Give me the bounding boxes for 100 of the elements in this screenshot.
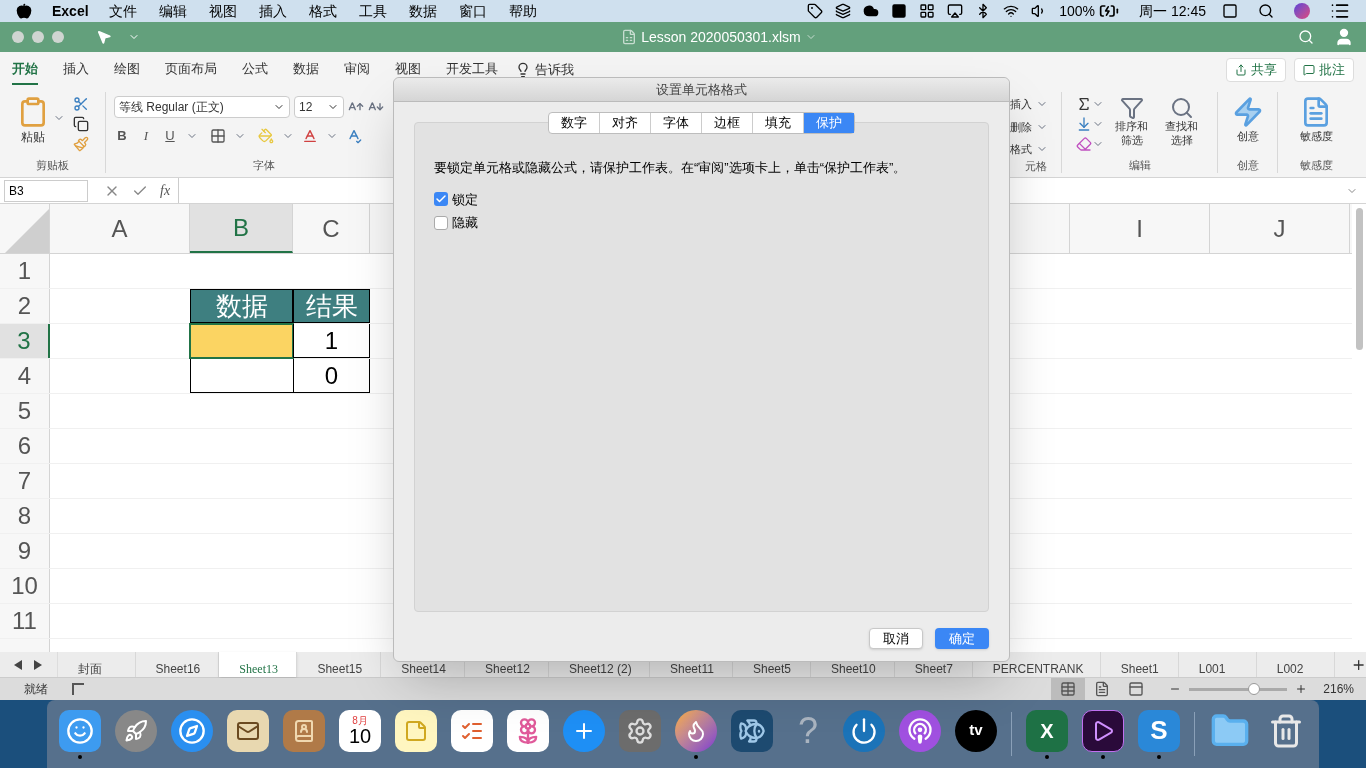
list-icon[interactable] [451, 709, 493, 752]
layers-icon[interactable] [835, 3, 852, 19]
column-header[interactable]: B [190, 204, 293, 253]
play-icon[interactable] [1082, 709, 1124, 752]
tv-icon[interactable]: tv [955, 709, 997, 752]
menu-item[interactable]: 工具 [358, 0, 387, 22]
row-header[interactable]: 9 [0, 534, 50, 568]
search-icon[interactable] [1258, 3, 1274, 19]
calendar-icon[interactable]: 8月 10 [339, 709, 381, 752]
data-cell[interactable] [190, 324, 293, 358]
spreadsheet-icon[interactable]: X [1026, 709, 1068, 752]
copy-icon[interactable] [72, 116, 89, 132]
square-icon[interactable] [891, 3, 908, 19]
row-header[interactable]: 3 [0, 324, 50, 358]
column-header[interactable]: J [1210, 204, 1350, 253]
apple-icon[interactable] [16, 3, 32, 19]
macro-icon[interactable] [72, 683, 84, 695]
ribbon-tab[interactable]: 数据 [293, 55, 319, 85]
data-cell[interactable] [190, 359, 293, 393]
dialog-button[interactable]: 取消 [869, 628, 923, 649]
font-color-icon[interactable] [302, 127, 318, 144]
dialog-tab[interactable]: 数字 [549, 113, 600, 133]
square-icon[interactable] [1222, 3, 1238, 19]
function-button[interactable]: fx [160, 180, 171, 201]
sheet-tab[interactable]: Sheet15 [297, 652, 382, 677]
menu-item[interactable]: 数据 [408, 0, 437, 22]
rocket-icon[interactable] [115, 709, 157, 752]
comments-button[interactable]: 批注 [1294, 58, 1354, 82]
previous-sheet-icon[interactable] [14, 659, 23, 670]
wifi-icon[interactable] [1003, 3, 1020, 19]
spelling-icon[interactable] [346, 127, 362, 144]
sheet-tab[interactable]: Sheet13 [219, 652, 298, 677]
face-icon[interactable] [59, 709, 101, 752]
row-header[interactable]: 1 [0, 254, 50, 288]
pointer-icon[interactable] [96, 29, 112, 45]
gear-icon[interactable] [619, 709, 661, 752]
zoom-level[interactable]: 216% [1323, 680, 1354, 698]
sheet-tab[interactable]: Sheet1 [1100, 652, 1179, 677]
row-header[interactable]: 5 [0, 394, 50, 428]
sheet-tab[interactable]: L002 [1256, 652, 1335, 677]
row-header[interactable]: 4 [0, 359, 50, 393]
italic-button[interactable]: I [138, 126, 154, 146]
ideas-button[interactable]: 创意 [1231, 92, 1264, 157]
menu-item[interactable]: 视图 [208, 0, 237, 22]
sheet-tab[interactable]: L001 [1178, 652, 1257, 677]
insert-cells-button[interactable]: 插入 [1010, 96, 1032, 113]
delete-cells-button[interactable]: 删除 [1010, 118, 1032, 135]
ribbon-tab[interactable]: 公式 [242, 55, 268, 85]
zoom-in-icon[interactable] [1295, 683, 1308, 695]
siri-icon[interactable] [1294, 3, 1310, 19]
podcast-icon[interactable] [899, 709, 941, 752]
contacts-icon[interactable] [283, 709, 325, 752]
underline-button[interactable]: U [162, 126, 178, 146]
sort-filter-button[interactable]: 排序和筛选 [1111, 96, 1152, 157]
sheet-tab[interactable]: 封面 [57, 652, 136, 677]
menu-item[interactable]: 文件 [108, 0, 137, 22]
ribbon-tab[interactable]: 审阅 [344, 55, 370, 85]
app-menu[interactable]: Excel [52, 0, 89, 22]
column-header[interactable]: I [1070, 204, 1210, 253]
ribbon-tab[interactable]: 页面布局 [165, 55, 217, 85]
dialog-tab[interactable]: 对齐 [600, 113, 651, 133]
menu-item[interactable]: 格式 [308, 0, 337, 22]
row-header[interactable]: 11 [0, 604, 50, 638]
view-button[interactable] [1051, 678, 1086, 700]
cloud-icon[interactable] [863, 3, 880, 19]
snag-icon[interactable]: S [1138, 709, 1180, 752]
menu-item[interactable]: 编辑 [158, 0, 187, 22]
dialog-tab[interactable]: 边框 [702, 113, 753, 133]
row-header[interactable]: 2 [0, 289, 50, 323]
name-box[interactable]: B3 [4, 179, 88, 202]
cut-icon[interactable] [72, 96, 89, 112]
menu-item[interactable]: 窗口 [458, 0, 487, 22]
sensitivity-button[interactable]: 敏感度 [1299, 92, 1333, 157]
zoom-slider-thumb[interactable] [1247, 682, 1260, 695]
paste-button[interactable]: 粘贴 [16, 96, 49, 146]
flower-icon[interactable] [507, 709, 549, 752]
menu-item[interactable]: 插入 [258, 0, 287, 22]
font-name-field[interactable]: 等线 Regular (正文) [114, 96, 290, 118]
next-sheet-icon[interactable] [34, 659, 43, 670]
checkbox[interactable] [434, 192, 448, 207]
dialog-button[interactable]: 确定 [935, 628, 989, 649]
scrollbar-thumb[interactable] [1355, 208, 1363, 350]
ribbon-tab[interactable]: 插入 [63, 55, 89, 85]
tag-icon[interactable] [807, 3, 824, 19]
airplay-icon[interactable] [947, 3, 964, 19]
eraser-icon[interactable] [1075, 136, 1092, 152]
fill-color-icon[interactable] [258, 127, 274, 144]
ribbon-tab[interactable]: 绘图 [114, 55, 140, 85]
borders-icon[interactable] [210, 127, 226, 144]
dialog-tab[interactable]: 保护 [804, 113, 854, 133]
menu-item[interactable]: 帮助 [508, 0, 537, 22]
column-header[interactable]: C [293, 204, 370, 253]
row-header[interactable]: 7 [0, 464, 50, 498]
tell-me-field[interactable]: 告诉我 [535, 60, 574, 80]
dialog-tab[interactable]: 字体 [651, 113, 702, 133]
row-header[interactable]: 10 [0, 569, 50, 603]
bold-button[interactable]: B [114, 126, 130, 146]
compass-icon[interactable] [171, 709, 213, 752]
ribbon-tab[interactable]: 开始 [12, 55, 38, 85]
power-icon[interactable] [843, 709, 885, 752]
